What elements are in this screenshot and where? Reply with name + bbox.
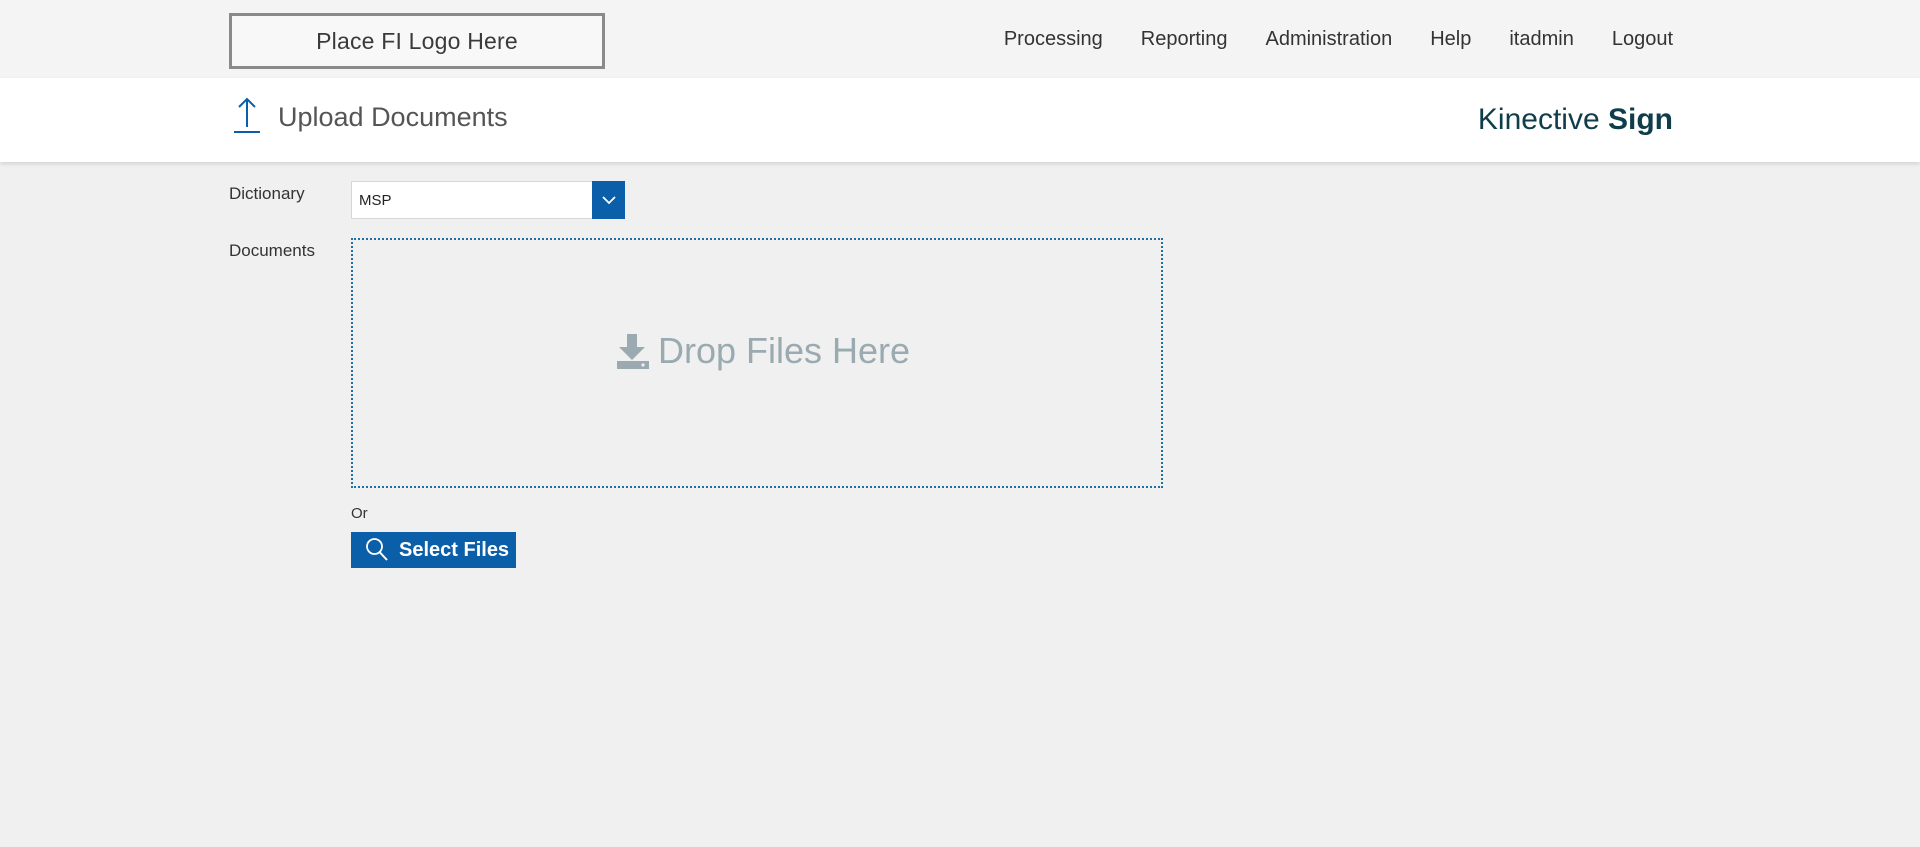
- dropzone-text: Drop Files Here: [658, 330, 911, 371]
- nav-logout[interactable]: Logout: [1612, 28, 1673, 51]
- dictionary-select-value: MSP: [359, 192, 392, 209]
- nav-administration[interactable]: Administration: [1265, 28, 1392, 51]
- search-icon: [366, 538, 388, 561]
- download-icon: [617, 334, 649, 369]
- or-text: Or: [351, 505, 368, 522]
- brand-logo: Kinective Sign: [1478, 103, 1673, 137]
- dictionary-select[interactable]: MSP: [351, 181, 625, 219]
- nav-reporting[interactable]: Reporting: [1141, 28, 1228, 51]
- upload-arrow-icon: [234, 97, 260, 133]
- top-bar: Place FI Logo Here Processing Reporting …: [0, 0, 1920, 78]
- fi-logo-placeholder: Place FI Logo Here: [229, 13, 605, 69]
- nav-help[interactable]: Help: [1430, 28, 1471, 51]
- dictionary-label: Dictionary: [229, 184, 305, 203]
- documents-label: Documents: [229, 241, 315, 260]
- nav-user-itadmin[interactable]: itadmin: [1509, 28, 1573, 51]
- page-title: Upload Documents: [278, 102, 508, 132]
- dictionary-dropdown-button[interactable]: [592, 181, 625, 219]
- brand-light-text: Kinective: [1477, 103, 1608, 136]
- select-files-label: Select Files: [399, 538, 510, 561]
- nav-processing[interactable]: Processing: [1004, 28, 1103, 51]
- dropzone-content: Drop Files Here: [616, 330, 910, 372]
- file-dropzone[interactable]: Drop Files Here: [351, 238, 1163, 488]
- chevron-down-icon: [601, 195, 616, 204]
- select-files-button[interactable]: Select Files: [351, 532, 516, 568]
- brand-bold-text: Sign: [1608, 103, 1673, 136]
- main-nav: Processing Reporting Administration Help…: [966, 28, 1673, 51]
